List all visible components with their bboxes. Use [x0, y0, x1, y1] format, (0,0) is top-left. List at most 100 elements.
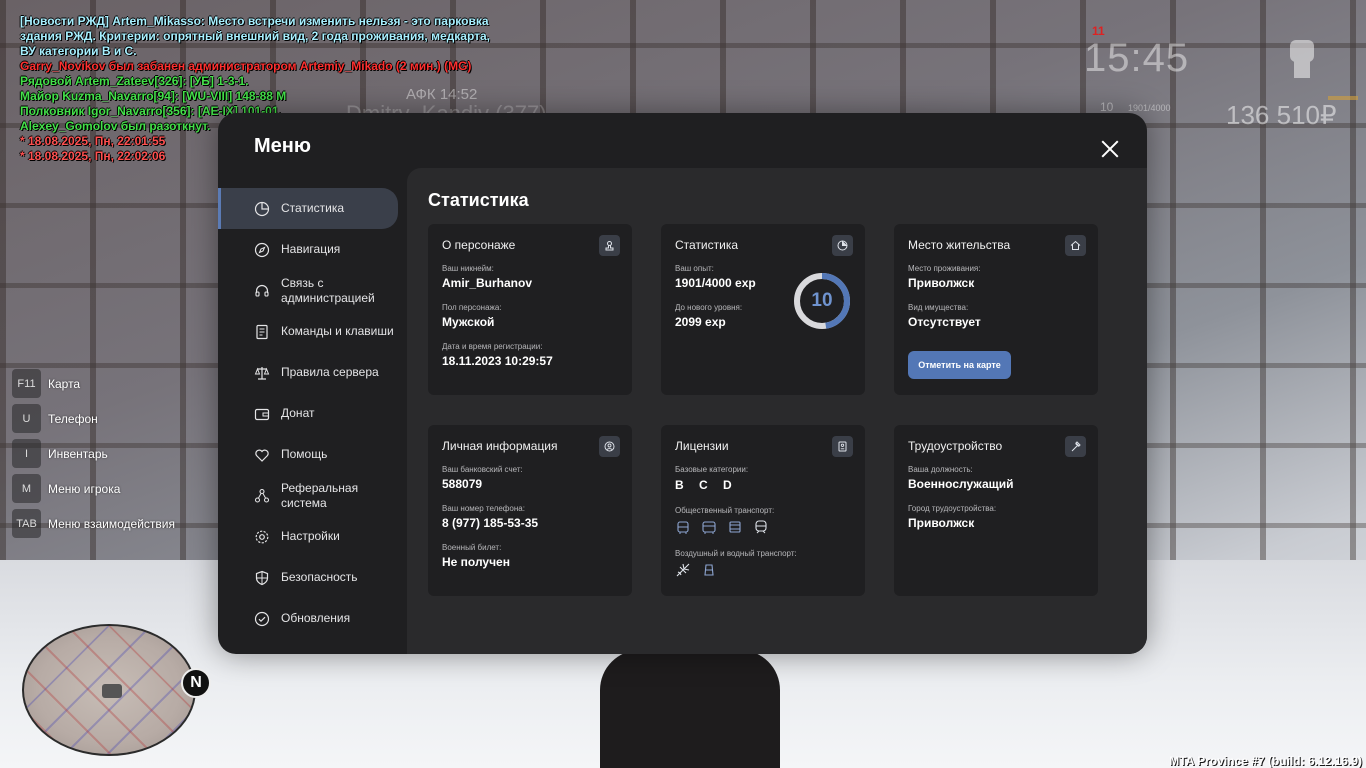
hotkey-label: Меню игрока	[48, 481, 121, 496]
sidebar-item-label: Правила сервера	[281, 365, 379, 379]
sidebar-item-label: Безопасность	[281, 570, 358, 584]
plane-icon	[676, 563, 690, 577]
field-label: Ваш опыт:	[675, 264, 714, 273]
card-title: О персонаже	[442, 238, 516, 252]
heart-hands-icon	[254, 447, 270, 463]
chat-line: Garry_Novikov был забанен администраторо…	[20, 59, 472, 73]
hud-level: 10	[1100, 100, 1114, 114]
hud-exp: 1901/4000	[1128, 103, 1171, 113]
sidebar-item-label: Статистика	[281, 201, 345, 215]
field-label: Город трудоустройства:	[908, 504, 997, 513]
sidebar-item-help[interactable]: Помощь	[218, 434, 398, 475]
sidebar-item-security[interactable]: Безопасность	[218, 557, 398, 598]
sidebar-item-donate[interactable]: Донат	[218, 393, 398, 434]
content-title: Статистика	[428, 190, 529, 210]
field-label: Базовые категории:	[675, 465, 749, 474]
field-value-phone: 8 (977) 185-53-35	[442, 516, 539, 530]
hotkey-label: Телефон	[48, 411, 98, 426]
hotkey-label: Меню взаимодействия	[48, 516, 175, 531]
content-panel: Статистика О персонаже Ваш никнейм: Amir…	[407, 168, 1147, 654]
hotkey-key: M	[12, 474, 41, 503]
north-marker: N	[181, 668, 211, 698]
field-label: Общественный транспорт:	[675, 506, 775, 515]
hotkey-player-menu[interactable]: M Меню игрока	[12, 474, 175, 503]
field-value-bank: 588079	[442, 477, 483, 491]
hotkey-phone[interactable]: U Телефон	[12, 404, 175, 433]
chat-line: здания РЖД. Критерии: опрятный внешний в…	[20, 29, 491, 43]
gear-icon	[254, 529, 270, 545]
close-button[interactable]	[1098, 137, 1122, 161]
card-title: Статистика	[675, 238, 739, 252]
sidebar-item-label: Настройки	[281, 529, 340, 543]
hud-clock: 15:45	[1084, 36, 1190, 80]
headset-icon	[254, 283, 270, 299]
hotkey-label: Инвентарь	[48, 446, 108, 461]
sidebar-item-navigation[interactable]: Навигация	[218, 229, 398, 270]
bus-icon	[702, 521, 716, 534]
public-transport-icons	[675, 519, 779, 535]
field-value-registration: 18.11.2023 10:29:57	[442, 354, 553, 368]
chat-line: [Новости РЖД] Artem_Mikasso: Место встре…	[20, 14, 489, 28]
menu-window: Меню Статистика Навигация Связь с админи…	[218, 113, 1147, 654]
mark-on-map-button[interactable]: Отметить на карте	[908, 351, 1011, 379]
sidebar-item-label-line: система	[281, 495, 327, 510]
field-value-gender: Мужской	[442, 315, 495, 329]
sidebar-item-referral[interactable]: Реферальная система	[218, 475, 398, 516]
level-number: 10	[811, 290, 833, 311]
chat-line: ВУ категории В и С.	[20, 44, 137, 58]
field-label: Ваш банковский счет:	[442, 465, 523, 474]
field-value-work-city: Приволжск	[908, 516, 975, 530]
trolleybus-icon	[677, 521, 689, 534]
card-employment: Трудоустройство Ваша должность: Военносл…	[894, 425, 1098, 596]
compass-icon	[254, 242, 270, 258]
card-title: Трудоустройство	[908, 439, 1003, 453]
fist-icon	[1290, 40, 1314, 78]
chat-line: Рядовой Artem_Zateev[326]: [УБ] 1-3-1.	[20, 74, 249, 88]
card-title: Личная информация	[442, 439, 558, 453]
card-title: Лицензии	[675, 439, 729, 453]
sidebar-item-label: Помощь	[281, 447, 328, 461]
sidebar-item-label: Навигация	[281, 242, 341, 256]
field-value-property: Отсутствует	[908, 315, 981, 329]
hotkey-label: Карта	[48, 376, 81, 391]
user-stamp-icon	[599, 235, 620, 256]
card-licenses: Лицензии Базовые категории: B C D Общест…	[661, 425, 865, 596]
wallet-icon	[254, 406, 270, 422]
field-label: Дата и время регистрации:	[442, 342, 543, 351]
sidebar-item-rules[interactable]: Правила сервера	[218, 352, 398, 393]
hammer-icon	[1065, 436, 1086, 457]
sidebar-item-label-line: Реферальная	[281, 480, 359, 495]
field-label: Воздушный и водный транспорт:	[675, 549, 797, 558]
id-card-icon	[832, 436, 853, 457]
field-value-next-level: 2099 exp	[675, 315, 726, 329]
sidebar-item-label: Связь с администрацией	[281, 276, 375, 306]
sidebar-item-commands[interactable]: Команды и клавиши	[218, 311, 398, 352]
camera-icon	[102, 684, 122, 698]
radar-minimap	[22, 624, 196, 756]
sidebar-item-updates[interactable]: Обновления	[218, 598, 398, 639]
document-icon	[254, 324, 270, 340]
player-character	[600, 650, 780, 768]
sidebar-item-label-line: администрацией	[281, 290, 375, 305]
hotkey-key: U	[12, 404, 41, 433]
sidebar-item-admin-contact[interactable]: Связь с администрацией	[218, 270, 398, 311]
field-label: Пол персонажа:	[442, 303, 502, 312]
sidebar-item-label: Реферальная система	[281, 481, 358, 511]
chart-pie-icon	[832, 235, 853, 256]
user-circle-icon	[599, 436, 620, 457]
hud-money: 136 510₽	[1226, 100, 1337, 130]
build-info: MTA Province #7 (build: 6.12.16.9)	[1169, 754, 1362, 768]
sidebar-item-settings[interactable]: Настройки	[218, 516, 398, 557]
field-label: Вид имущества:	[908, 303, 969, 312]
check-circle-icon	[254, 611, 270, 627]
card-personal-info: Личная информация Ваш банковский счет: 5…	[428, 425, 632, 596]
card-statistics: Статистика Ваш опыт: 1901/4000 exp До но…	[661, 224, 865, 395]
train-icon	[755, 520, 767, 534]
hotkey-map[interactable]: F11 Карта	[12, 369, 175, 398]
scales-icon	[254, 365, 270, 381]
hotkey-inventory[interactable]: I Инвентарь	[12, 439, 175, 468]
sidebar-item-statistics[interactable]: Статистика	[218, 188, 398, 229]
field-value-exp: 1901/4000 exp	[675, 276, 756, 290]
card-character: О персонаже Ваш никнейм: Amir_Burhanov П…	[428, 224, 632, 395]
hotkey-interaction-menu[interactable]: TAB Меню взаимодействия	[12, 509, 175, 538]
